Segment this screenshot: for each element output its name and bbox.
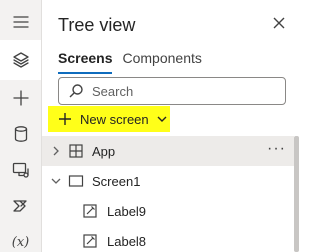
data-icon[interactable] xyxy=(0,114,41,154)
new-screen-button[interactable]: New screen xyxy=(48,106,170,132)
panel-title: Tree view xyxy=(58,15,136,35)
tree-item-label9[interactable]: Label9 xyxy=(42,196,294,226)
search-icon xyxy=(69,84,83,98)
label-icon xyxy=(83,204,97,218)
close-icon[interactable] xyxy=(272,16,290,34)
left-rail: (x) xyxy=(0,0,41,252)
tab-screens[interactable]: Screens xyxy=(58,50,113,74)
label-icon xyxy=(83,234,97,248)
search-box[interactable] xyxy=(58,77,286,105)
tree-item-label: Screen1 xyxy=(92,173,141,189)
app-icon xyxy=(69,144,83,158)
new-screen-label: New screen xyxy=(80,111,149,127)
media-icon[interactable] xyxy=(0,150,41,190)
layers-icon[interactable] xyxy=(0,40,41,80)
tree-item-label8[interactable]: Label8 xyxy=(42,226,294,252)
tree-item-screen1[interactable]: Screen1 xyxy=(42,166,294,196)
more-options-icon[interactable]: ··· xyxy=(267,140,286,158)
tab-bar: Screens Components xyxy=(58,50,202,74)
variables-label: (x) xyxy=(11,234,30,250)
chevron-right-icon[interactable] xyxy=(50,145,62,157)
plus-icon xyxy=(59,113,71,125)
tab-components[interactable]: Components xyxy=(122,50,201,74)
power-automate-icon[interactable] xyxy=(0,186,41,226)
search-input[interactable] xyxy=(92,83,282,99)
chevron-down-icon[interactable] xyxy=(50,175,62,187)
chevron-down-icon xyxy=(157,116,167,122)
insert-plus-icon[interactable] xyxy=(0,78,41,118)
variables-icon[interactable]: (x) xyxy=(0,222,41,252)
tree-item-app[interactable]: App ··· xyxy=(42,136,294,166)
hamburger-icon[interactable] xyxy=(0,2,41,42)
tree-item-label: Label9 xyxy=(107,203,147,219)
tree-item-label: Label8 xyxy=(107,233,147,249)
scrollbar[interactable] xyxy=(294,136,299,252)
screen-icon xyxy=(68,175,84,187)
tree-item-label: App xyxy=(92,143,116,159)
tree-view-panel: Tree view Screens Components New screen … xyxy=(42,0,300,252)
